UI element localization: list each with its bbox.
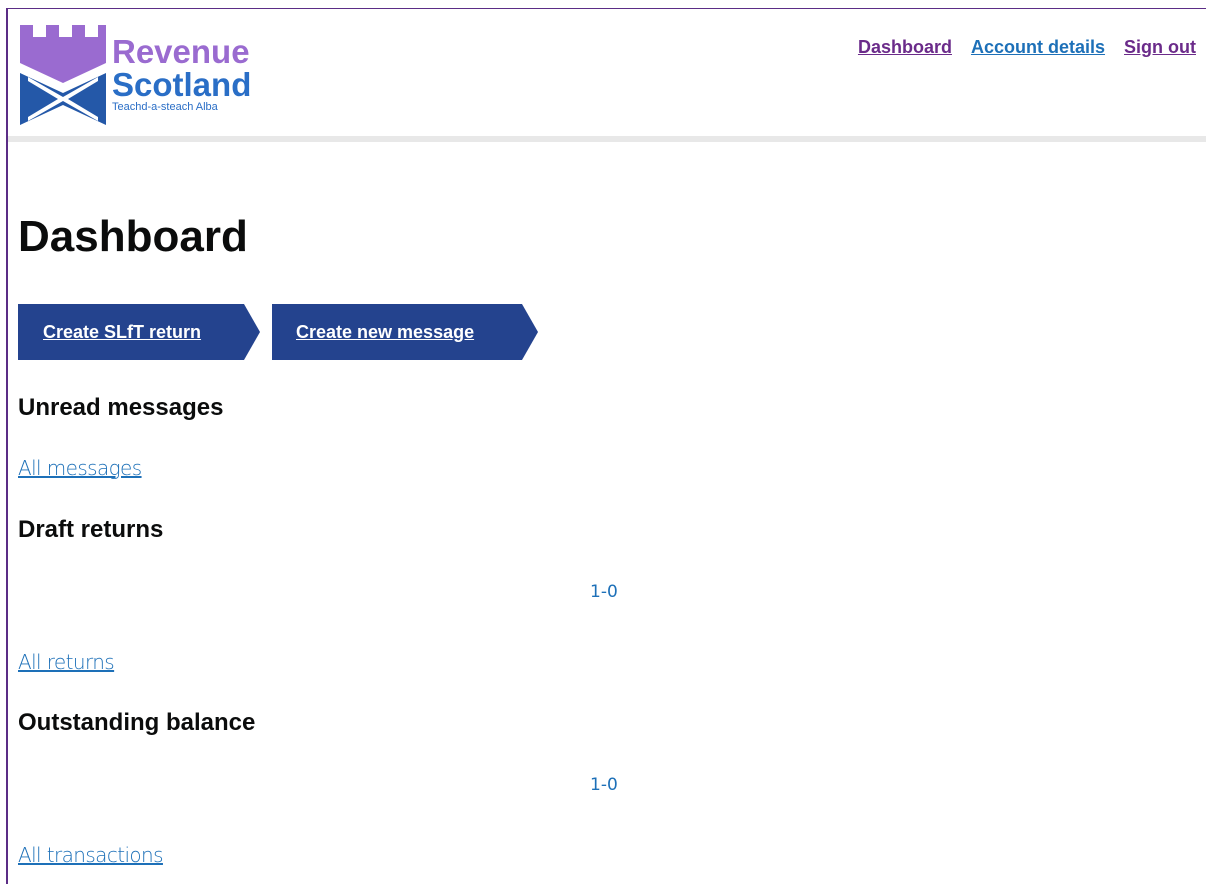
draft-returns-heading: Draft returns xyxy=(18,516,164,543)
create-new-message-button[interactable]: Create new message xyxy=(272,304,538,360)
header-divider xyxy=(8,136,1206,142)
all-transactions-link[interactable]: All transactions xyxy=(18,843,164,867)
logo-word-scotland: Scotland xyxy=(112,66,252,103)
create-slft-return-button[interactable]: Create SLfT return xyxy=(18,304,260,360)
logo-wordmark: Revenue Scotland Teachd-a-steach Alba xyxy=(112,35,251,114)
outstanding-balance-pagination: 1-0 xyxy=(590,775,618,795)
top-nav: Dashboard Account details Sign out xyxy=(858,37,1196,58)
nav-account-details-link[interactable]: Account details xyxy=(971,37,1105,58)
site-header: Revenue Scotland Teachd-a-steach Alba Da… xyxy=(8,9,1206,136)
logo-word-revenue: Revenue xyxy=(112,33,250,70)
page-title: Dashboard xyxy=(18,212,248,261)
all-returns-link[interactable]: All returns xyxy=(18,650,115,674)
unread-messages-heading: Unread messages xyxy=(18,394,224,421)
revenue-scotland-logo[interactable]: Revenue Scotland Teachd-a-steach Alba xyxy=(18,25,268,125)
nav-sign-out-link[interactable]: Sign out xyxy=(1124,37,1196,58)
draft-returns-pagination: 1-0 xyxy=(590,582,618,602)
create-slft-return-label: Create SLfT return xyxy=(43,321,202,342)
nav-dashboard-link[interactable]: Dashboard xyxy=(858,37,952,58)
logo-emblem-icon xyxy=(20,25,106,125)
all-messages-link[interactable]: All messages xyxy=(18,456,142,480)
create-new-message-label: Create new message xyxy=(296,321,475,342)
outstanding-balance-heading: Outstanding balance xyxy=(18,709,256,736)
